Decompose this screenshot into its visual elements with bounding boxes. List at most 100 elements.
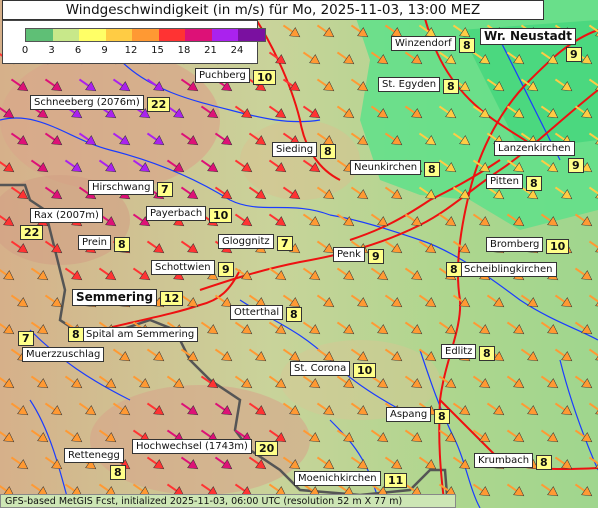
wind-arrow — [384, 348, 403, 362]
wind-arrow — [574, 483, 593, 497]
wind-arrow — [540, 321, 559, 335]
wind-arrow — [486, 78, 505, 92]
wind-arrow — [146, 78, 165, 92]
legend-tick: 18 — [177, 45, 191, 56]
place-label-st-egyden: St. Egyden — [378, 77, 441, 92]
wind-arrow — [132, 375, 151, 389]
legend-swatch — [52, 29, 79, 41]
wind-arrow — [384, 294, 403, 308]
wind-arrow — [588, 348, 598, 362]
wind-arrow — [200, 105, 219, 119]
wind-arrow — [180, 240, 199, 254]
legend-swatch — [211, 29, 238, 41]
wind-arrow — [336, 267, 355, 281]
wind-arrow — [180, 132, 199, 146]
wind-arrow — [316, 294, 335, 308]
place-label-penk: Penk — [333, 247, 365, 262]
legend-tick: 24 — [230, 45, 244, 56]
wind-arrow — [234, 213, 253, 227]
wind-arrow — [268, 375, 287, 389]
place-label-hochwechsel-1743m: Hochwechsel (1743m) — [132, 439, 252, 454]
wind-arrow — [336, 213, 355, 227]
wind-arrow — [30, 159, 49, 173]
wind-arrow — [588, 402, 598, 416]
wind-arrow — [214, 132, 233, 146]
wind-arrow — [384, 132, 403, 146]
wind-arrow — [302, 321, 321, 335]
wind-arrow — [404, 51, 423, 65]
wind-arrow — [472, 321, 491, 335]
wind-arrow — [98, 159, 117, 173]
place-label-scheiblingkirchen: Scheiblingkirchen — [460, 262, 557, 277]
wind-arrow — [404, 105, 423, 119]
wind-arrow — [44, 294, 63, 308]
wind-arrow — [588, 294, 598, 308]
wind-arrow — [248, 132, 267, 146]
wind-arrow — [112, 132, 131, 146]
wind-arrow — [0, 105, 15, 119]
wind-arrow — [554, 402, 573, 416]
wind-arrow — [248, 402, 267, 416]
wind-arrow-layer — [0, 24, 598, 497]
wind-arrow — [438, 429, 457, 443]
wind-speed-value: 20 — [255, 441, 279, 456]
place-label-edlitz: Edlitz — [441, 344, 477, 359]
wind-map: Windgeschwindigkeit (in m/s) für Mo, 202… — [0, 0, 598, 508]
wind-speed-value: 8 — [286, 307, 302, 322]
wind-arrow — [520, 348, 539, 362]
wind-arrow — [350, 186, 369, 200]
wind-arrow — [404, 321, 423, 335]
wind-speed-value: 10 — [209, 208, 233, 223]
wind-arrow — [180, 186, 199, 200]
wind-speed-value: 9 — [218, 262, 234, 277]
wind-arrow — [10, 78, 29, 92]
wind-arrow — [64, 159, 83, 173]
wind-arrow — [214, 402, 233, 416]
wind-arrow — [44, 78, 63, 92]
wind-speed-value: 8 — [443, 79, 459, 94]
wind-speed-value: 10 — [546, 239, 570, 254]
legend-color-bar — [25, 28, 266, 42]
wind-speed-value: 8 — [459, 38, 475, 53]
wind-arrow — [506, 429, 525, 443]
wind-arrow — [452, 132, 471, 146]
wind-arrow — [350, 132, 369, 146]
wind-arrow — [574, 321, 593, 335]
wind-arrow — [78, 402, 97, 416]
wind-arrow — [30, 267, 49, 281]
wind-arrow — [452, 294, 471, 308]
wind-arrow — [112, 402, 131, 416]
wind-arrow — [540, 159, 559, 173]
wind-arrow — [146, 456, 165, 470]
wind-arrow — [44, 402, 63, 416]
wind-arrow — [302, 267, 321, 281]
wind-arrow — [574, 375, 593, 389]
wind-arrow — [554, 78, 573, 92]
wind-arrow — [44, 456, 63, 470]
wind-arrow — [472, 213, 491, 227]
wind-speed-value: 7 — [18, 331, 34, 346]
wind-speed-value: 9 — [568, 158, 584, 173]
wind-speed-value: 9 — [368, 249, 384, 264]
wind-arrow — [588, 24, 598, 38]
wind-arrow — [64, 429, 83, 443]
wind-arrow — [452, 456, 471, 470]
wind-arrow — [200, 375, 219, 389]
wind-arrow — [248, 186, 267, 200]
wind-arrow — [574, 429, 593, 443]
wind-speed-value: 12 — [160, 291, 184, 306]
wind-arrow — [234, 375, 253, 389]
wind-arrow — [554, 186, 573, 200]
legend-tick: 6 — [74, 45, 82, 56]
wind-arrow — [180, 402, 199, 416]
wind-arrow — [302, 159, 321, 173]
wind-arrow — [370, 429, 389, 443]
wind-speed-value: 8 — [114, 237, 130, 252]
wind-arrow — [180, 348, 199, 362]
wind-arrow — [0, 213, 15, 227]
wind-arrow — [234, 159, 253, 173]
wind-arrow — [452, 402, 471, 416]
place-label-winzendorf: Winzendorf — [391, 36, 456, 51]
wind-arrow — [316, 78, 335, 92]
wind-arrow — [302, 51, 321, 65]
